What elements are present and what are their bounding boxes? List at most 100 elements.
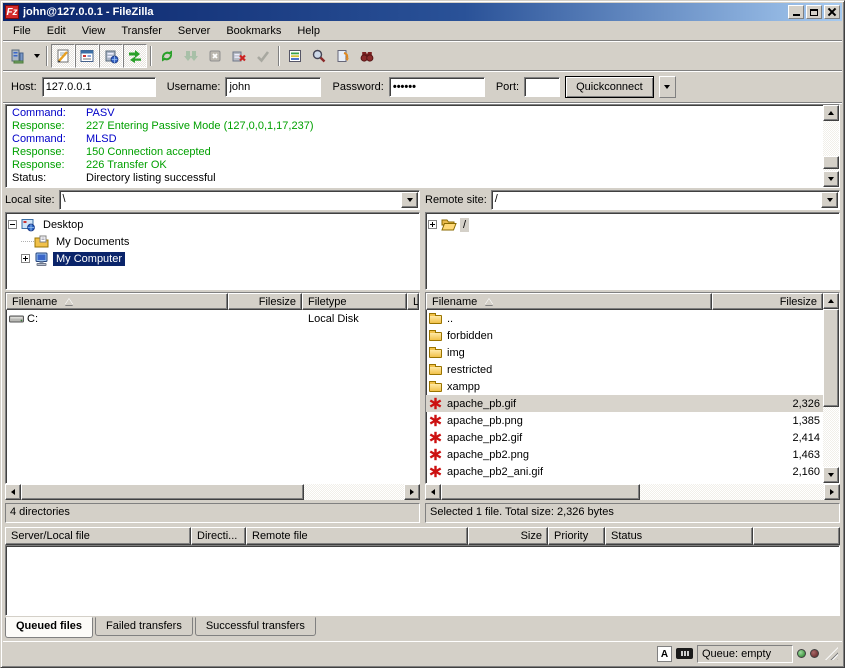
maximize-button[interactable]: [806, 5, 822, 19]
remote-file-row[interactable]: apache_pb2.gif 2,414: [426, 429, 823, 446]
site-manager-icon: [10, 48, 26, 64]
scrollbar-thumb[interactable]: [823, 156, 839, 169]
remote-file-row[interactable]: forbidden: [426, 327, 823, 344]
column-header-server-local-file[interactable]: Server/Local file: [5, 527, 191, 545]
column-header-remote-file[interactable]: Remote file: [246, 527, 468, 545]
filter-button[interactable]: [283, 44, 307, 68]
site-manager-button[interactable]: [6, 44, 30, 68]
queue-body[interactable]: [5, 545, 840, 616]
column-header-filesize[interactable]: Filesize: [228, 293, 302, 310]
remote-file-row[interactable]: apache_pb.png 1,385: [426, 412, 823, 429]
remote-file-list: Filename Filesize .. forbidden: [425, 292, 840, 484]
quickconnect-button[interactable]: Quickconnect: [565, 76, 654, 98]
minimize-button[interactable]: [788, 5, 804, 19]
scroll-left-button[interactable]: [425, 484, 441, 500]
tree-item-root[interactable]: /: [428, 216, 837, 233]
tree-item-desktop[interactable]: Desktop: [8, 216, 417, 233]
tab-successful-transfers[interactable]: Successful transfers: [195, 617, 316, 636]
tree-item-my-computer[interactable]: My Computer: [8, 250, 417, 267]
disconnect-button[interactable]: [227, 44, 251, 68]
tree-item-my-documents[interactable]: My Documents: [8, 233, 417, 250]
reconnect-button[interactable]: [251, 44, 275, 68]
remote-file-row[interactable]: apache_pb2_ani.gif 2,160: [426, 463, 823, 480]
activity-led-receive: [797, 649, 806, 658]
resize-grip[interactable]: [825, 647, 838, 660]
quickconnect-dropdown-button[interactable]: [659, 76, 676, 98]
column-header-filename[interactable]: Filename: [6, 293, 228, 310]
speed-limits-icon[interactable]: [676, 648, 693, 659]
tree-expand-icon[interactable]: [428, 220, 437, 229]
local-site-dropdown-button[interactable]: [401, 192, 418, 208]
file-size: 1,385: [712, 415, 823, 427]
scroll-left-button[interactable]: [5, 484, 21, 500]
tree-expand-icon[interactable]: [21, 254, 30, 263]
remote-file-row[interactable]: img: [426, 344, 823, 361]
remote-file-row[interactable]: apache_pb2.png 1,463: [426, 446, 823, 463]
queue-status-text: Queue: empty: [697, 645, 793, 663]
scrollbar-thumb[interactable]: [441, 484, 640, 500]
remote-site-dropdown-button[interactable]: [821, 192, 838, 208]
toggle-local-tree-button[interactable]: [75, 44, 99, 68]
column-header-lastmodified[interactable]: L: [407, 293, 419, 310]
toggle-message-log-button[interactable]: [51, 44, 75, 68]
remote-file-row-selected[interactable]: apache_pb.gif 2,326: [426, 395, 823, 412]
port-input[interactable]: [524, 77, 560, 97]
scrollbar-thumb[interactable]: [823, 309, 839, 407]
column-header-size[interactable]: Size: [468, 527, 548, 545]
host-input[interactable]: [42, 77, 156, 97]
remote-horizontal-scrollbar[interactable]: [425, 484, 840, 500]
toggle-remote-tree-button[interactable]: [99, 44, 123, 68]
column-header-direction[interactable]: Directi...: [191, 527, 246, 545]
site-manager-dropdown-button[interactable]: [30, 44, 43, 68]
menu-help[interactable]: Help: [289, 23, 328, 39]
local-file-row[interactable]: C: Local Disk: [6, 310, 419, 327]
menu-bookmarks[interactable]: Bookmarks: [218, 23, 289, 39]
menu-server[interactable]: Server: [170, 23, 218, 39]
remote-file-row[interactable]: xampp: [426, 378, 823, 395]
column-header-filetype[interactable]: Filetype: [302, 293, 407, 310]
password-input[interactable]: [389, 77, 485, 97]
close-button[interactable]: [824, 5, 840, 19]
scroll-right-button[interactable]: [824, 484, 840, 500]
remote-tree-icon: [103, 48, 119, 64]
remote-file-row[interactable]: ..: [426, 310, 823, 327]
menu-view[interactable]: View: [74, 23, 114, 39]
scroll-down-button[interactable]: [823, 467, 839, 483]
sort-ascending-icon: [65, 299, 73, 305]
remote-list-body: .. forbidden img restricted: [426, 310, 823, 483]
remote-site-combo[interactable]: /: [491, 190, 840, 210]
tab-failed-transfers[interactable]: Failed transfers: [95, 617, 193, 636]
scroll-up-button[interactable]: [823, 105, 839, 121]
column-header-filesize[interactable]: Filesize: [712, 293, 823, 310]
column-header-filename[interactable]: Filename: [426, 293, 712, 310]
compare-button[interactable]: [307, 44, 331, 68]
remote-file-row[interactable]: restricted: [426, 361, 823, 378]
data-type-indicator-icon[interactable]: A: [657, 646, 672, 662]
cancel-button[interactable]: [203, 44, 227, 68]
scroll-up-button[interactable]: [823, 293, 839, 309]
refresh-button[interactable]: [155, 44, 179, 68]
folder-icon: [429, 330, 445, 341]
window-title: john@127.0.0.1 - FileZilla: [23, 6, 788, 18]
tab-queued-files[interactable]: Queued files: [5, 617, 93, 638]
process-queue-button[interactable]: [179, 44, 203, 68]
local-site-combo[interactable]: \: [59, 190, 420, 210]
scroll-right-button[interactable]: [404, 484, 420, 500]
menu-transfer[interactable]: Transfer: [113, 23, 170, 39]
remote-vertical-scrollbar[interactable]: [823, 293, 839, 483]
log-vertical-scrollbar[interactable]: [823, 105, 839, 187]
toggle-queue-button[interactable]: [123, 44, 147, 68]
local-horizontal-scrollbar[interactable]: [5, 484, 420, 500]
tree-collapse-icon[interactable]: [8, 220, 17, 229]
column-header-priority[interactable]: Priority: [548, 527, 605, 545]
find-button[interactable]: [355, 44, 379, 68]
username-input[interactable]: [225, 77, 321, 97]
scroll-down-button[interactable]: [823, 171, 839, 187]
documents-folder-icon: [34, 235, 50, 249]
sync-browse-button[interactable]: [331, 44, 355, 68]
column-header-status[interactable]: Status: [605, 527, 753, 545]
image-file-icon: [429, 414, 445, 427]
menu-file[interactable]: File: [5, 23, 39, 39]
menu-edit[interactable]: Edit: [39, 23, 74, 39]
scrollbar-thumb[interactable]: [21, 484, 304, 500]
